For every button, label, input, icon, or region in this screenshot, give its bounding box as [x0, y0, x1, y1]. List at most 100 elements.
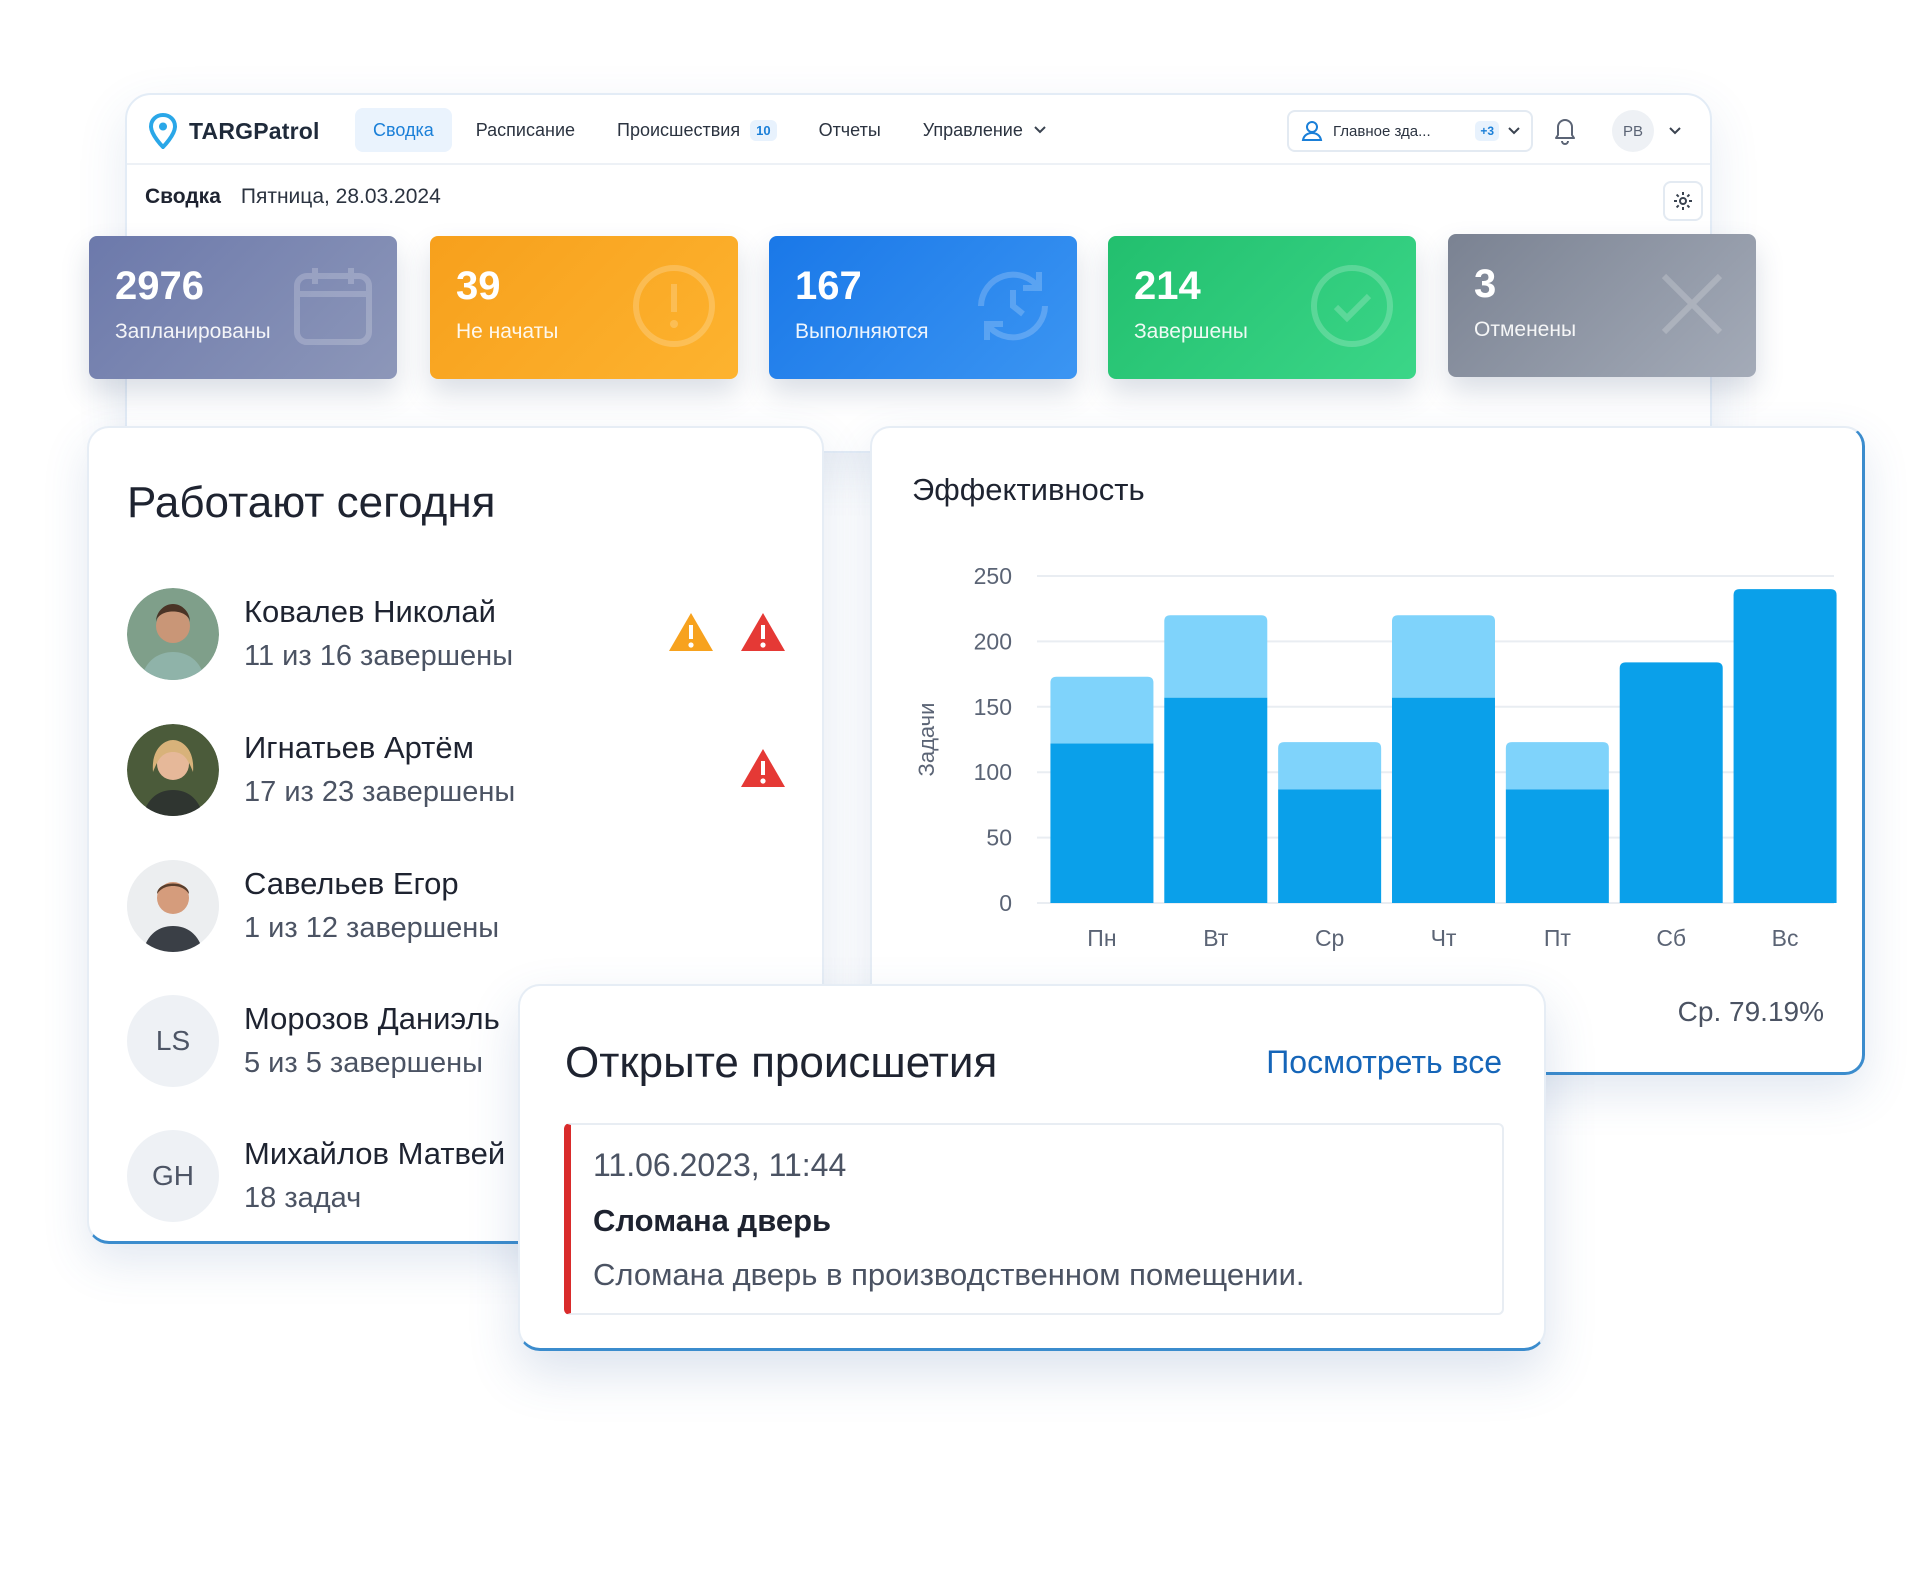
open-incidents-panel: Открыте происшетия Посмотреть все 11.06.… [518, 984, 1546, 1351]
worker-name: Игнатьев Артём [244, 730, 474, 765]
alert-circle-icon [633, 265, 715, 347]
top-navigation-bar: TARGPatrol Сводка Расписание Происшестви… [127, 95, 1710, 165]
page-title: Сводка [145, 185, 221, 208]
settings-button[interactable] [1663, 181, 1703, 221]
bar-segment [1505, 742, 1609, 790]
worker-progress: 11 из 16 завершены [244, 640, 514, 672]
worker-name: Морозов Даниэль [244, 1001, 500, 1036]
y-tick-label: 200 [974, 628, 1012, 654]
bar-segment [1278, 742, 1382, 790]
worker-progress: 17 из 23 завершены [244, 776, 516, 808]
bar-segment [1278, 789, 1382, 903]
bar-segment [1050, 743, 1154, 903]
nav-tab-label: Отчеты [818, 119, 881, 140]
worker-progress: 1 из 12 завершены [244, 912, 500, 944]
user-menu[interactable]: PB [1612, 110, 1682, 152]
bar-segment [1164, 615, 1268, 698]
y-tick-label: 100 [974, 759, 1012, 785]
nav-tab-label: Управление [922, 119, 1023, 140]
avatar-initials: GH [127, 1130, 219, 1222]
x-tick-label: Вт [1203, 925, 1229, 951]
chart-average: Ср. 79.19% [1677, 996, 1824, 1027]
y-tick-label: 150 [974, 694, 1012, 720]
chevron-down-icon [1508, 127, 1520, 135]
incidents-count-badge: 10 [750, 119, 777, 141]
y-tick-label: 50 [986, 825, 1012, 851]
y-tick-label: 250 [974, 563, 1012, 589]
gear-icon [1674, 192, 1692, 210]
avatar [127, 588, 219, 680]
incident-card[interactable]: 11.06.2023, 11:44 Сломана дверь Сломана … [564, 1123, 1504, 1315]
clock-refresh-icon [978, 271, 1048, 341]
bar-segment [1392, 615, 1495, 698]
nav-tab-label: Расписание [475, 119, 576, 140]
location-user-icon [1301, 121, 1323, 141]
incident-datetime: 11.06.2023, 11:44 [593, 1147, 847, 1183]
panel-title: Открыте происшетия [565, 1038, 998, 1087]
bar-segment [1619, 662, 1723, 903]
notifications-bell-icon[interactable] [1551, 115, 1579, 145]
warning-orange-icon[interactable] [667, 610, 715, 654]
panel-title: Работают сегодня [127, 478, 496, 527]
stat-card-not-started[interactable]: 39 Не начаты [430, 236, 738, 379]
efficiency-chart-panel: 0 50 100 150 200 250 Задачи Пн Вт Ср Чт Пт Сб Вс Эффе… [870, 426, 1865, 1075]
avatar-initials: LS [127, 995, 219, 1087]
bar-segment [1733, 589, 1837, 903]
x-tick-label: Чт [1431, 925, 1457, 951]
warning-red-icon[interactable] [739, 610, 787, 654]
chevron-down-icon [1034, 126, 1046, 134]
nav-tab-label: Происшествия [617, 119, 741, 140]
x-icon [1661, 273, 1723, 335]
y-axis-label: Задачи [914, 703, 939, 777]
view-all-link[interactable]: Посмотреть все [1266, 1044, 1502, 1081]
x-tick-label: Пн [1087, 925, 1116, 951]
stat-card-cancelled[interactable]: 3 Отменены [1448, 234, 1756, 377]
worker-row[interactable]: Игнатьев Артём 17 из 23 завершены [127, 724, 807, 816]
app-name: TARGPatrol [189, 117, 320, 144]
chevron-down-icon [1669, 127, 1681, 135]
bar-segment [1050, 676, 1154, 744]
incident-description: Сломана дверь в производственном помещен… [593, 1257, 1305, 1292]
warning-red-icon[interactable] [739, 746, 787, 790]
user-avatar: PB [1612, 110, 1654, 152]
efficiency-bar-chart: 0 50 100 150 200 250 Задачи Пн Вт Ср Чт Пт Сб Вс [914, 563, 1837, 951]
bar-segment [1505, 789, 1609, 903]
logo[interactable]: TARGPatrol [147, 113, 320, 149]
breadcrumb: Сводка Пятница, 28.03.2024 [145, 185, 441, 209]
worker-name: Ковалев Николай [244, 594, 496, 629]
worker-row[interactable]: Ковалев Николай 11 из 16 завершены [127, 588, 807, 680]
bar-segment [1392, 697, 1495, 903]
worker-name: Савельев Егор [244, 866, 459, 901]
location-select[interactable]: Главное зда... +3 [1287, 110, 1533, 152]
location-extra-count: +3 [1475, 121, 1499, 141]
nav-tab-incidents[interactable]: Происшествия 10 [599, 108, 795, 152]
location-select-value: Главное зда... [1333, 122, 1431, 140]
page-date: Пятница, 28.03.2024 [240, 185, 441, 208]
main-nav: Сводка Расписание Происшествия 10 Отчеты… [355, 108, 1065, 152]
x-tick-label: Сб [1656, 925, 1686, 951]
avatar [127, 860, 219, 952]
stat-card-completed[interactable]: 214 Завершены [1108, 236, 1416, 379]
nav-tab-summary[interactable]: Сводка [355, 108, 452, 152]
bar-segment [1164, 697, 1268, 903]
worker-progress: 18 задач [244, 1182, 362, 1214]
incident-title: Сломана дверь [593, 1203, 832, 1238]
stat-card-in-progress[interactable]: 167 Выполняются [769, 236, 1077, 379]
nav-tab-reports[interactable]: Отчеты [801, 108, 899, 152]
calendar-icon [294, 268, 372, 345]
nav-tab-schedule[interactable]: Расписание [458, 108, 593, 152]
nav-tab-management[interactable]: Управление [905, 108, 1065, 152]
x-tick-label: Вс [1772, 925, 1799, 951]
chart-title: Эффективность [912, 472, 1145, 507]
y-tick-label: 0 [999, 890, 1012, 916]
x-tick-label: Пт [1544, 925, 1572, 951]
x-tick-label: Ср [1315, 925, 1344, 951]
stat-card-planned[interactable]: 2976 Запланированы [89, 236, 397, 379]
check-circle-icon [1311, 265, 1393, 347]
avatar [127, 724, 219, 816]
map-pin-logo-icon [148, 113, 178, 149]
worker-name: Михайлов Матвей [244, 1136, 506, 1171]
worker-progress: 5 из 5 завершены [244, 1047, 483, 1079]
nav-tab-label: Сводка [373, 119, 434, 140]
worker-row[interactable]: Савельев Егор 1 из 12 завершены [127, 860, 807, 952]
